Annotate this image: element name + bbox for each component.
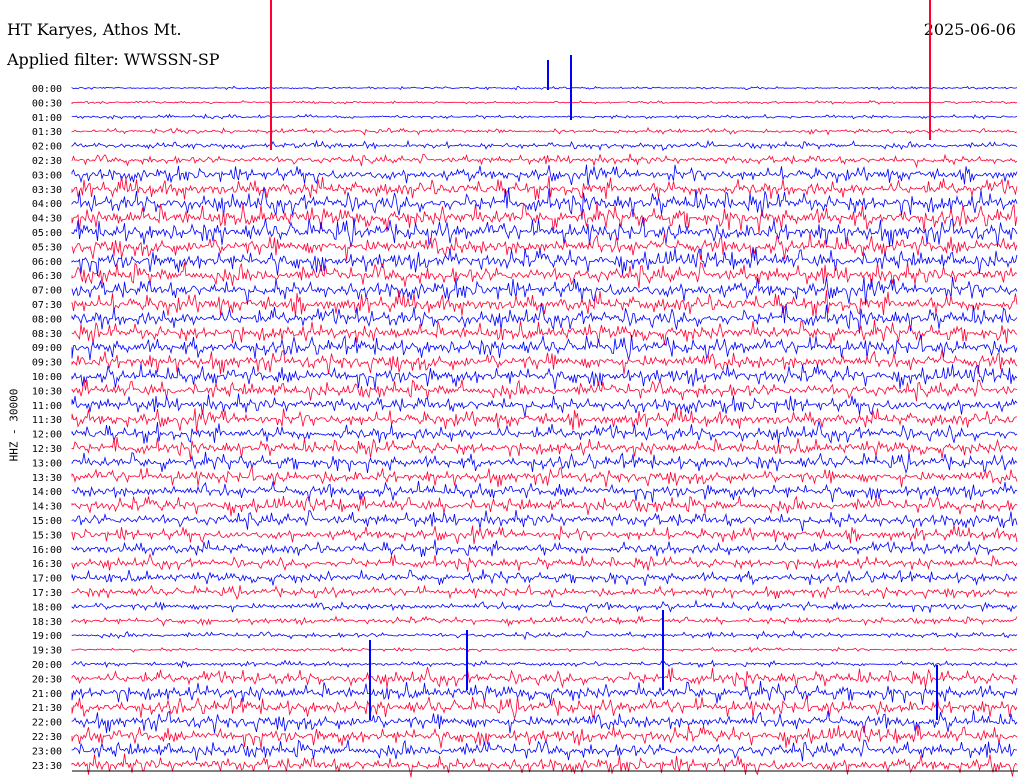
time-label: 06:30 (32, 271, 62, 282)
trace-group (71, 0, 1018, 778)
time-label: 01:00 (32, 113, 62, 124)
trace-line (71, 466, 1018, 488)
time-label: 07:00 (32, 286, 62, 297)
trace-line (71, 630, 1018, 641)
time-label: 10:30 (32, 386, 62, 397)
trace-line (71, 583, 1018, 600)
trace-line (71, 186, 1018, 220)
trace-line (71, 113, 1018, 120)
time-label: 18:30 (32, 617, 62, 628)
time-label: 00:30 (32, 98, 62, 109)
time-label-group: 00:00 00:30 01:00 01:30 02:00 02:30 03:00 03:30… (32, 84, 62, 772)
time-label: 18:00 (32, 602, 62, 613)
trace-line (71, 495, 1018, 517)
time-label: 08:30 (32, 329, 62, 340)
time-label: 17:30 (32, 588, 62, 599)
time-label: 10:00 (32, 372, 62, 383)
time-label: 11:00 (32, 401, 62, 412)
time-label: 08:00 (32, 314, 62, 325)
trace-line (71, 126, 1018, 136)
time-label: 09:00 (32, 343, 62, 354)
trace-line (71, 659, 1018, 669)
trace-line (71, 451, 1018, 475)
time-label: 13:00 (32, 458, 62, 469)
time-label: 09:30 (32, 358, 62, 369)
trace-line (71, 646, 1018, 653)
trace-line (71, 524, 1018, 545)
trace-line (71, 407, 1018, 432)
time-label: 14:00 (32, 487, 62, 498)
trace-line (71, 695, 1018, 719)
trace-line (71, 599, 1018, 614)
trace-line (71, 139, 1018, 152)
trace-line (71, 615, 1018, 627)
trace-line (71, 553, 1018, 573)
trace-line (71, 539, 1018, 557)
time-label: 03:00 (32, 170, 62, 181)
trace-line (71, 509, 1018, 532)
trace-line (71, 666, 1018, 690)
time-label: 16:00 (32, 545, 62, 556)
time-label: 00:00 (32, 84, 62, 95)
time-label: 13:30 (32, 473, 62, 484)
trace-line (71, 261, 1018, 289)
trace-line (71, 379, 1018, 402)
trace-line (71, 319, 1018, 346)
time-label: 21:00 (32, 689, 62, 700)
time-label: 02:30 (32, 156, 62, 167)
trace-line (71, 202, 1018, 234)
trace-line (71, 680, 1018, 705)
trace-line (71, 753, 1018, 778)
time-label: 12:30 (32, 444, 62, 455)
trace-line (71, 437, 1018, 460)
time-label: 01:30 (32, 127, 62, 138)
trace-line (71, 175, 1018, 200)
trace-line (71, 710, 1018, 734)
time-label: 21:30 (32, 703, 62, 714)
trace-line (71, 99, 1018, 105)
trace-line (71, 420, 1018, 444)
time-label: 22:00 (32, 718, 62, 729)
trace-line (71, 393, 1018, 418)
trace-line (71, 349, 1018, 375)
time-label: 20:30 (32, 674, 62, 685)
time-label: 12:00 (32, 430, 62, 441)
time-label: 05:30 (32, 242, 62, 253)
trace-line (71, 153, 1018, 169)
time-label: 11:30 (32, 415, 62, 426)
time-label: 15:30 (32, 530, 62, 541)
time-label: 15:00 (32, 516, 62, 527)
trace-line (71, 739, 1017, 762)
helicorder-plot: 00:00 00:30 01:00 01:30 02:00 02:30 03:00 03:30… (32, 0, 1018, 778)
time-label: 04:00 (32, 199, 62, 210)
time-label: 02:00 (32, 142, 62, 153)
time-label: 03:30 (32, 185, 62, 196)
time-label: 05:00 (32, 228, 62, 239)
time-label: 06:00 (32, 257, 62, 268)
time-label: 23:30 (32, 761, 62, 772)
trace-line (71, 164, 1018, 186)
time-label: 20:00 (32, 660, 62, 671)
time-label: 23:00 (32, 746, 62, 757)
trace-line (71, 276, 1018, 305)
time-label: 07:30 (32, 300, 62, 311)
trace-line (71, 85, 1018, 91)
time-label: 19:00 (32, 631, 62, 642)
time-label: 16:30 (32, 559, 62, 570)
time-label: 14:30 (32, 502, 62, 513)
time-label: 22:30 (32, 732, 62, 743)
trace-line (71, 569, 1018, 586)
trace-line (71, 247, 1018, 276)
time-label: 17:00 (32, 574, 62, 585)
time-label: 04:30 (32, 214, 62, 225)
time-label: 19:30 (32, 646, 62, 657)
